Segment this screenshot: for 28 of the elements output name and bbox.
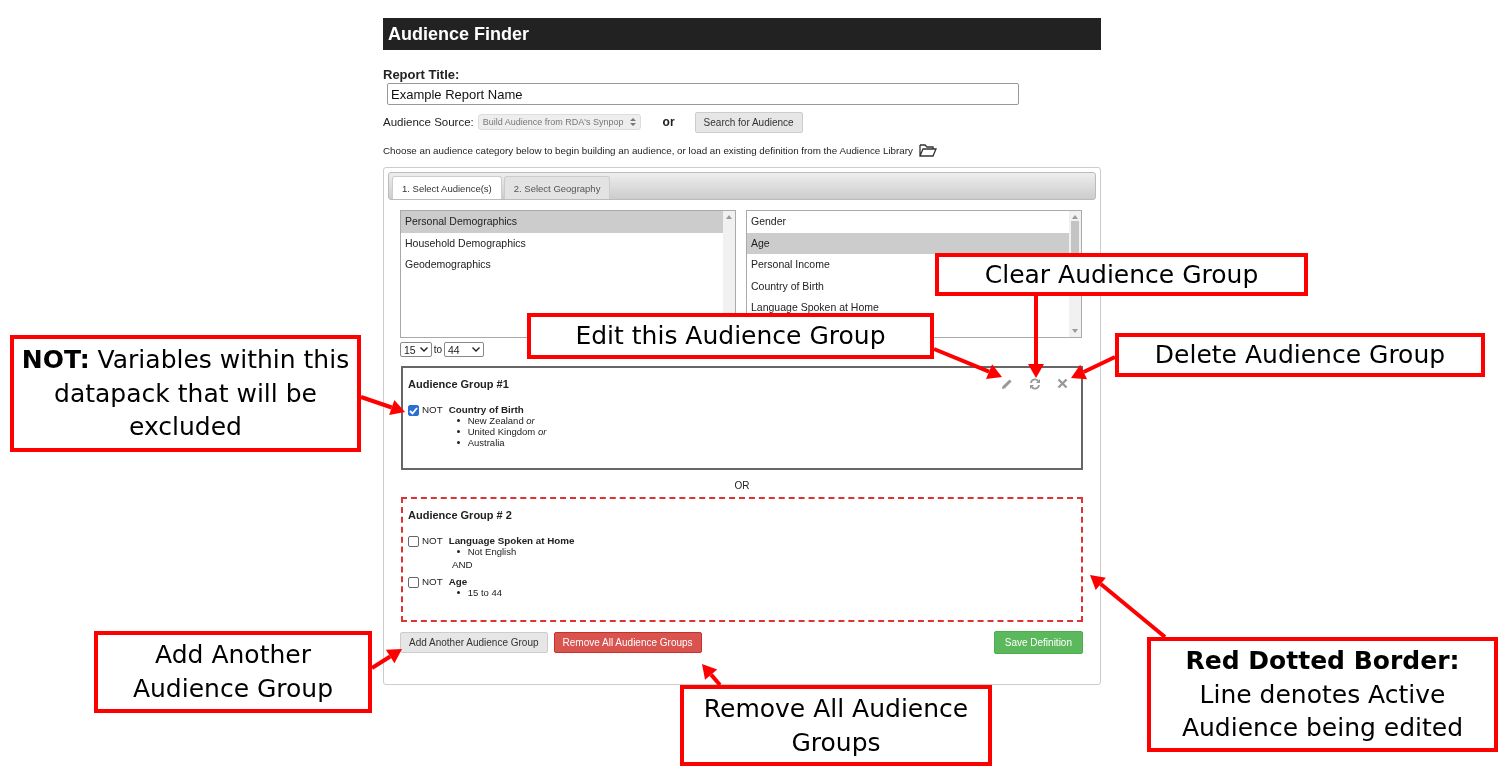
- callout-tooltip: Edit this Audience Group: [527, 313, 934, 359]
- variable-name: Country of Birth: [448, 404, 525, 415]
- or-separator: OR: [734, 480, 750, 491]
- not-label: NOT: [422, 576, 443, 587]
- variable-name: Language Spoken at Home: [448, 535, 575, 546]
- field-label: Report Title:: [383, 67, 461, 82]
- callout-tooltip: Remove All Audience Groups: [680, 685, 992, 766]
- app-title: Audience Finder: [388, 23, 530, 45]
- field-label: Audience Source:: [383, 116, 474, 128]
- hint-text: Choose an audience category below to begin building an audience, or load an existing definition from the Audience Library: [383, 145, 913, 156]
- group-title: Audience Group #1: [408, 378, 509, 390]
- or-label: or: [662, 115, 675, 129]
- not-label: NOT: [422, 404, 443, 415]
- and-label: AND: [452, 559, 474, 570]
- variable-value: Not English: [467, 546, 517, 557]
- callout-tooltip: Delete Audience Group: [1115, 333, 1485, 377]
- range-label: to: [433, 344, 443, 355]
- group-title: Audience Group # 2: [408, 509, 512, 521]
- variable-value: Australia: [467, 437, 505, 448]
- not-label: NOT: [422, 535, 443, 546]
- callout-tooltip: Clear Audience Group: [935, 253, 1308, 296]
- variable-value: 15 to 44: [467, 587, 503, 598]
- variable-name: Age: [448, 576, 469, 587]
- callout-tooltip: Add Another Audience Group: [94, 631, 372, 713]
- variable-value: United Kingdom or: [467, 426, 547, 437]
- callout-tooltip: Red Dotted Border: Line denotes Active Audience being edited: [1147, 637, 1498, 752]
- callout-tooltip: NOT: Variables within this datapack that will be excluded: [10, 335, 361, 452]
- variable-value: New Zealand or: [467, 415, 535, 426]
